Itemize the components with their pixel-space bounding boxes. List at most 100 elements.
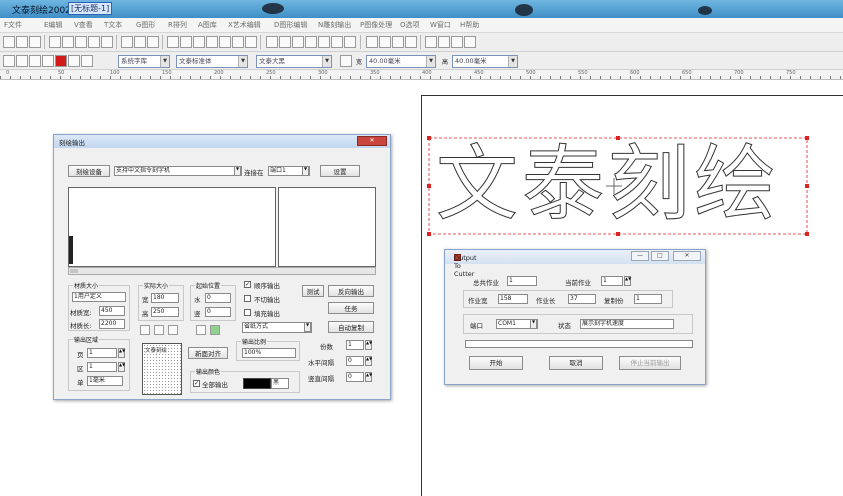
menu-graphic[interactable]: G图形 (136, 20, 155, 30)
preview-panel-main[interactable] (68, 187, 276, 267)
redo-icon[interactable] (134, 36, 146, 48)
color-select[interactable]: 黑 (271, 378, 289, 389)
spinner-icon[interactable]: ▲▼ (118, 348, 125, 358)
menu-window[interactable]: W窗口 (430, 20, 451, 30)
node-icon[interactable] (305, 36, 317, 48)
open-icon[interactable] (16, 36, 28, 48)
horizontal-ruler[interactable]: 0 50 100 150 200 250 300 350 400 450 500 550 600 650 7… (0, 70, 843, 80)
output-order-checkbox[interactable]: ✓ (244, 281, 251, 288)
copies-input[interactable]: 1 (346, 340, 364, 350)
menu-help[interactable]: H帮助 (460, 20, 479, 30)
scale-select[interactable]: 100% (242, 348, 296, 358)
spinner-icon[interactable]: ▲▼ (624, 276, 631, 286)
settings-button[interactable]: 设置 (320, 165, 360, 177)
copies-input[interactable]: 1 (634, 294, 662, 304)
new-page-button[interactable]: 新面对齐 (188, 347, 228, 359)
table-icon[interactable] (464, 36, 476, 48)
menu-edit[interactable]: E编辑 (44, 20, 62, 30)
device-button[interactable]: 刻绘设备 (68, 165, 110, 177)
color-icon[interactable] (331, 36, 343, 48)
page-icon[interactable] (180, 36, 192, 48)
task-button[interactable]: 任务 (328, 302, 374, 314)
zoom-level-icon[interactable] (292, 36, 304, 48)
single-copy-checkbox[interactable] (244, 295, 251, 302)
help-icon[interactable] (245, 36, 257, 48)
start-button[interactable]: 开始 (469, 356, 523, 370)
spinner-icon[interactable]: ▲▼ (365, 356, 372, 366)
v-spacing-input[interactable]: 0 (346, 372, 364, 382)
menu-file[interactable]: F文件 (4, 20, 22, 30)
zoom-all-icon[interactable] (68, 55, 80, 67)
scroll-thumb[interactable] (70, 269, 78, 273)
mirror-icon[interactable] (379, 36, 391, 48)
font-style-select[interactable]: 文泰大黑 ▼ (256, 55, 332, 68)
origin-v-input[interactable]: 0 (205, 307, 231, 317)
box-icon[interactable] (405, 36, 417, 48)
auto-copy-button[interactable]: 自动复制 (328, 321, 374, 333)
chevron-down-icon[interactable]: ▼ (234, 166, 241, 176)
area-page-input[interactable]: 1 (87, 348, 117, 358)
fill-output-checkbox[interactable] (244, 309, 251, 316)
mode-select[interactable]: 省纸方式 (242, 322, 312, 333)
chevron-down-icon[interactable]: ▼ (304, 322, 311, 332)
copy-icon[interactable] (62, 36, 74, 48)
menu-options[interactable]: O选项 (400, 20, 420, 30)
material-width-input[interactable]: 450 (99, 306, 125, 316)
close-button[interactable]: ✕ (357, 136, 387, 146)
zoom-out-icon[interactable] (16, 55, 28, 67)
align-icon[interactable] (167, 36, 179, 48)
mirror-output-button[interactable]: 反向输出 (328, 285, 374, 297)
cancel-button[interactable]: 取消 (549, 356, 603, 370)
line-icon[interactable] (392, 36, 404, 48)
stop-output-button[interactable]: 停止当前输出 (619, 356, 681, 370)
material-length-input[interactable]: 2200 (99, 319, 125, 329)
font-library-select[interactable]: 系统字库 ▼ (118, 55, 170, 68)
font-name-select[interactable]: 文泰标准体 ▼ (176, 55, 248, 68)
align-fill-icon[interactable] (168, 325, 178, 335)
align-bottom-left-icon[interactable] (140, 325, 150, 335)
width-size-select[interactable]: 40.00毫米 ▼ (366, 55, 436, 68)
all-output-checkbox[interactable]: ✓ (193, 380, 200, 387)
device-select[interactable]: 支持中文指令刻字机 (114, 166, 242, 176)
document-tab[interactable]: [无标题-1] (68, 2, 113, 15)
area-zone-input[interactable]: 1 (87, 362, 117, 372)
frame-icon[interactable] (101, 36, 113, 48)
pan-icon[interactable] (42, 55, 54, 67)
area-unit-select[interactable]: 1毫米 (87, 376, 123, 386)
menu-engrave[interactable]: N雕刻输出 (318, 20, 351, 30)
menu-image[interactable]: P图像处理 (360, 20, 392, 30)
align-grid-icon[interactable] (196, 325, 206, 335)
h-spacing-input[interactable]: 0 (346, 356, 364, 366)
align-right-icon[interactable] (451, 36, 463, 48)
undo-icon[interactable] (121, 36, 133, 48)
zoom-select-icon[interactable] (81, 55, 93, 67)
menu-text[interactable]: T文本 (104, 20, 122, 30)
rotate-icon[interactable] (147, 36, 159, 48)
new-icon[interactable] (3, 36, 15, 48)
close-button[interactable]: ✕ (673, 251, 701, 261)
origin-h-input[interactable]: 0 (205, 293, 231, 303)
menu-art-edit[interactable]: X艺术编辑 (228, 20, 261, 30)
bulb-icon[interactable] (232, 36, 244, 48)
cut-icon[interactable] (49, 36, 61, 48)
zoom-in-icon[interactable] (3, 55, 15, 67)
spinner-icon[interactable]: ▲▼ (365, 372, 372, 382)
preview-icon[interactable] (206, 36, 218, 48)
horizontal-scrollbar[interactable] (68, 267, 376, 275)
save-icon[interactable] (29, 36, 41, 48)
paste-icon[interactable] (75, 36, 87, 48)
grid-icon[interactable] (88, 36, 100, 48)
actual-width-input[interactable]: 180 (151, 293, 179, 303)
align-green-icon[interactable] (210, 325, 220, 335)
actual-height-input[interactable]: 250 (151, 307, 179, 317)
canvas-text-object[interactable]: 文泰刻绘 (424, 134, 814, 240)
preview-thumbnail[interactable]: 文泰刻绘 (142, 343, 182, 395)
menu-library[interactable]: A图库 (198, 20, 217, 30)
red-color-icon[interactable] (55, 55, 67, 67)
menu-shape-edit[interactable]: D图形编辑 (274, 20, 307, 30)
zoom-box-icon[interactable] (29, 55, 41, 67)
zoom-fit-icon[interactable] (266, 36, 278, 48)
text-bold-icon[interactable] (340, 55, 352, 67)
material-type-select[interactable]: 1用户定义 (72, 292, 126, 302)
outline-icon[interactable] (344, 36, 356, 48)
